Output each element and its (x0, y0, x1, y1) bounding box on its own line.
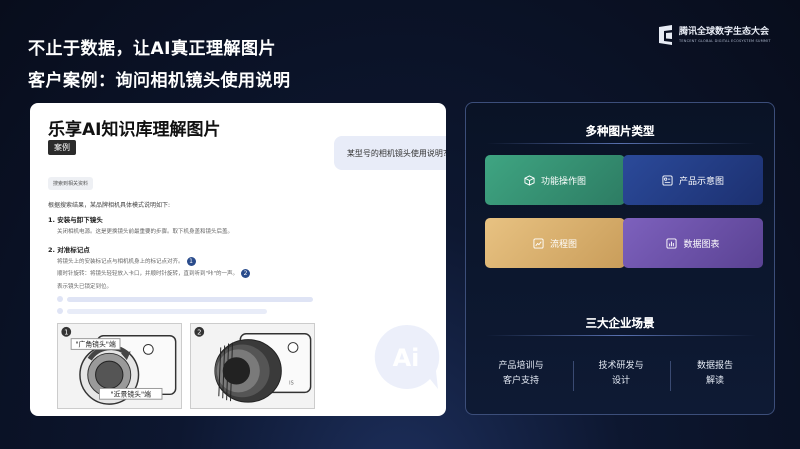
wide-angle-label: "广角镜头"端 (75, 339, 116, 348)
step-number-badge: 2 (241, 269, 251, 278)
section-divider (486, 335, 756, 336)
scenario-line: 设计 (611, 376, 630, 386)
tile-product-diagram: 产品示意图 (623, 155, 763, 205)
camera-lens-drawing: 1 "广角镜头"端 "近景镜头"端 (61, 326, 177, 405)
scenario-line: 数据报告 (696, 361, 733, 371)
placeholder-dot (57, 296, 63, 302)
ai-watermark-icon: Ai (374, 324, 440, 389)
tile-function-operation: 功能操作图 (485, 155, 625, 205)
image-types-title: 多种图片类型 (466, 123, 774, 139)
camera-lens-illustration-1: 1 "广角镜头"端 "近景镜头"端 (57, 323, 182, 409)
loading-placeholder-row (57, 308, 267, 314)
illustration-step-number: 1 (64, 328, 68, 336)
scenario-divider (573, 361, 574, 391)
trend-chart-icon (533, 237, 544, 249)
close-up-label: "近景镜头"端 (111, 389, 152, 398)
headline-primary: 不止于数据，让AI真正理解图片 (28, 39, 276, 59)
tile-label: 流程图 (549, 239, 577, 250)
logo-title-en: TENCENT GLOBAL DIGITAL ECOSYSTEM SUMMIT (679, 38, 771, 43)
placeholder-dot (57, 308, 63, 314)
scenarios-title: 三大企业场景 (466, 315, 774, 331)
bar-chart-icon (666, 237, 678, 249)
section-divider (486, 143, 756, 144)
search-results-tag: 搜索到相关资料 (48, 177, 94, 190)
placeholder-bar (67, 296, 313, 302)
camera-lens-illustration-2: 2 IS (190, 323, 315, 409)
step2-line2-text: 顺时针旋转：将镜头轻轻放入卡口，并顺时针旋转，直到听到"咔"的一声。 (57, 271, 239, 277)
user-question-bubble: 某型号的相机镜头使用说明? (334, 136, 446, 170)
summit-logo-icon (659, 25, 672, 45)
summit-logo: 腾讯全球数字生态大会 TENCENT GLOBAL DIGITAL ECOSYS… (658, 24, 771, 46)
knowledge-base-demo-card: 乐享AI知识库理解图片 案例 某型号的相机镜头使用说明? 搜索到相关资料 根据搜… (30, 103, 446, 416)
scenario-line: 产品培训与 (498, 361, 544, 371)
step1-title: 1. 安装与卸下镜头 (48, 216, 103, 224)
illustration-step-number: 2 (197, 328, 201, 336)
cube-icon (524, 174, 535, 186)
tile-label: 数据图表 (683, 239, 720, 250)
tile-label: 产品示意图 (678, 176, 724, 187)
tile-label: 功能操作图 (540, 176, 586, 187)
camera-lens-drawing: 2 IS (194, 326, 312, 403)
placeholder-bar (67, 308, 267, 314)
step1-text: 关闭相机电源。这是更换镜头前最重要的步骤。取下机身盖和镜头后盖。 (57, 229, 234, 235)
step2-line1: 将镜头上的安装标记点与相机机身上的标记点对齐。 1 (57, 257, 196, 266)
headline-secondary: 客户案例：询问相机镜头使用说明 (28, 71, 291, 91)
scenario-line: 技术研发与 (598, 361, 644, 371)
case-badge: 案例 (48, 140, 76, 155)
logo-title-cn: 腾讯全球数字生态大会 (679, 26, 770, 37)
lens-marking: IS (289, 381, 294, 387)
scenario-rd-design: 技术研发与 设计 (576, 359, 666, 389)
scenario-line: 客户支持 (502, 376, 539, 386)
tile-flowchart: 流程图 (485, 218, 625, 268)
product-card-icon (662, 174, 673, 186)
loading-placeholder-row (57, 296, 313, 302)
step-number-badge: 1 (186, 257, 196, 266)
answer-intro: 根据搜索结果，某品牌相机具体模式说明如下: (48, 202, 171, 209)
scenario-training-support: 产品培训与 客户支持 (476, 359, 566, 389)
step2-title: 2. 对准标记点 (48, 246, 90, 254)
scenario-line: 解读 (705, 376, 724, 386)
tile-data-chart: 数据图表 (623, 218, 763, 268)
scenario-data-report: 数据报告 解读 (670, 359, 760, 389)
step2-line2: 顺时针旋转：将镜头轻轻放入卡口，并顺时针旋转，直到听到"咔"的一声。 2 (57, 269, 251, 278)
capabilities-panel: 多种图片类型 功能操作图 产品示意图 流程图 数据图表 三大企业场景 产品培训与… (465, 102, 775, 415)
card-title: 乐享AI知识库理解图片 (48, 120, 221, 140)
step2-line3: 表示镜头已锁定到位。 (57, 284, 113, 290)
ai-watermark-text: Ai (393, 344, 420, 372)
step2-line1-text: 将镜头上的安装标记点与相机机身上的标记点对齐。 (57, 259, 184, 265)
